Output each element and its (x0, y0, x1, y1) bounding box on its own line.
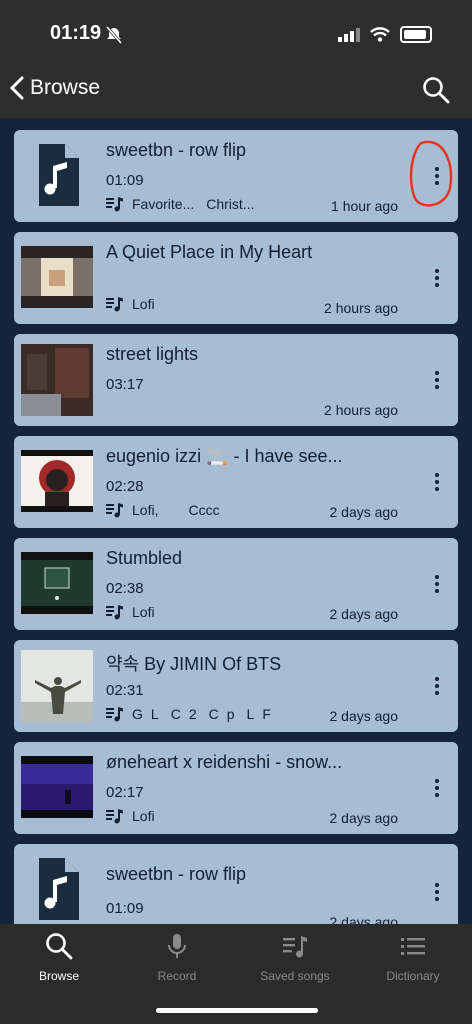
song-duration: 01:09 (106, 172, 144, 189)
song-tag: C (170, 706, 181, 722)
song-tag: Lofi (132, 296, 155, 312)
tab-browse[interactable]: Browse (0, 932, 118, 983)
battery-icon (400, 26, 432, 43)
song-card[interactable]: street lights 03:17 2 hours ago (14, 334, 458, 426)
more-options-button[interactable] (424, 468, 450, 496)
song-tag: C (208, 706, 219, 722)
song-card[interactable]: sweetbn - row flip 01:09 Favorite... Chr… (14, 130, 458, 222)
signal-icon (338, 27, 360, 42)
wifi-icon (370, 27, 390, 42)
song-title: sweetbn - row flip (106, 140, 247, 160)
song-list[interactable]: sweetbn - row flip 01:09 Favorite... Chr… (0, 118, 472, 924)
song-title: street lights (106, 344, 199, 364)
more-options-button[interactable] (424, 366, 450, 394)
song-date: 1 hour ago (331, 198, 398, 214)
music-list-icon (106, 605, 123, 620)
tab-label: Saved songs (260, 969, 330, 983)
song-card[interactable]: eugenio izzi 🚬 - I have see... 02:28 Lof… (14, 436, 458, 528)
song-tags: Favorite... Christ... (106, 196, 254, 212)
tab-saved-songs[interactable]: Saved songs (236, 932, 354, 983)
music-list-icon (106, 297, 123, 312)
tab-label: Dictionary (386, 969, 440, 983)
music-list-icon (283, 936, 307, 958)
song-duration: 02:17 (106, 784, 144, 801)
music-list-icon (106, 809, 123, 824)
more-options-button[interactable] (424, 878, 450, 906)
status-time: 01:19 (50, 22, 102, 44)
song-tag: L (150, 706, 159, 722)
song-tags: Lofi, Cccc (106, 502, 220, 518)
song-date: 2 hours ago (324, 300, 398, 316)
tab-dictionary[interactable]: Dictionary (354, 932, 472, 983)
song-title: øneheart x reidenshi - snow... (106, 752, 343, 772)
song-tag: G (132, 706, 143, 722)
song-title: 약속 By JIMIN Of BTS (106, 654, 282, 674)
home-indicator (156, 1008, 318, 1013)
song-title: Stumbled (106, 548, 183, 568)
album-thumbnail (21, 450, 93, 512)
back-button[interactable]: Browse (10, 76, 100, 100)
song-tags: G L C 2 C p L F (106, 706, 271, 722)
song-date: 2 days ago (329, 708, 399, 724)
search-icon (46, 933, 73, 960)
list-icon (401, 938, 425, 955)
more-options-button[interactable] (424, 774, 450, 802)
music-list-icon (106, 707, 123, 722)
top-bar: 01:19 Browse (0, 0, 472, 118)
song-tag: Lofi (132, 604, 155, 620)
song-tag: Favorite... (132, 196, 195, 212)
song-tag: Lofi, (132, 502, 159, 518)
album-thumbnail (21, 756, 93, 818)
song-date: 2 days ago (329, 810, 399, 826)
song-card[interactable]: sweetbn - row flip 01:09 2 days ago (14, 844, 458, 924)
more-options-button[interactable] (424, 264, 450, 292)
song-duration: 02:28 (106, 478, 144, 495)
song-tag: L (246, 706, 255, 722)
music-file-icon (39, 144, 79, 206)
song-tag: Lofi (132, 808, 155, 824)
song-date: 2 days ago (329, 606, 399, 622)
song-duration: 02:31 (106, 682, 144, 699)
song-tag: Cccc (188, 502, 220, 518)
album-thumbnail (21, 650, 93, 722)
song-duration: 01:09 (106, 900, 144, 917)
more-options-button[interactable] (424, 672, 450, 700)
album-thumbnail (21, 552, 93, 614)
album-thumbnail (21, 246, 93, 308)
song-tags: Lofi (106, 296, 155, 312)
microphone-icon (168, 934, 186, 958)
music-file-icon (39, 858, 79, 920)
song-title: eugenio izzi 🚬 - I have see... (106, 446, 343, 466)
back-label: Browse (30, 76, 101, 99)
search-icon[interactable] (422, 76, 450, 104)
song-card[interactable]: øneheart x reidenshi - snow... 02:17 Lof… (14, 742, 458, 834)
song-tag: Christ... (206, 196, 255, 212)
music-list-icon (106, 197, 123, 212)
song-card[interactable]: Stumbled 02:38 Lofi 2 days ago (14, 538, 458, 630)
bell-muted-icon (105, 26, 123, 44)
song-duration: 03:17 (106, 376, 144, 393)
song-date: 2 days ago (329, 504, 399, 520)
song-duration: 02:38 (106, 580, 144, 597)
song-date: 2 days ago (329, 914, 399, 924)
song-tags: Lofi (106, 808, 155, 824)
song-title: sweetbn - row flip (106, 864, 247, 884)
song-card[interactable]: A Quiet Place in My Heart Lofi 2 hours a… (14, 232, 458, 324)
tab-label: Record (157, 969, 197, 983)
song-card[interactable]: 약속 By JIMIN Of BTS 02:31 G L C 2 C p L F… (14, 640, 458, 732)
red-annotation-circle (409, 140, 453, 207)
album-thumbnail (21, 344, 93, 416)
song-tag: 2 (188, 706, 197, 722)
tab-record[interactable]: Record (118, 932, 236, 983)
song-date: 2 hours ago (324, 402, 398, 418)
music-list-icon (106, 503, 123, 518)
song-tags: Lofi (106, 604, 155, 620)
song-tag: F (262, 706, 271, 722)
chevron-left-icon (10, 76, 24, 100)
song-title: A Quiet Place in My Heart (106, 242, 313, 262)
song-tag: p (226, 706, 235, 722)
status-indicators (338, 26, 432, 43)
tab-label: Browse (38, 969, 79, 983)
more-options-button[interactable] (424, 570, 450, 598)
